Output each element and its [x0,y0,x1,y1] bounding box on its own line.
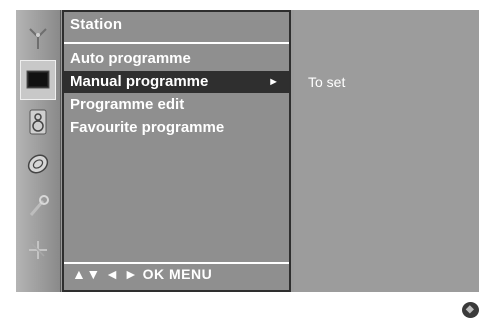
tv-screen-icon [26,70,50,89]
corner-glyph-icon: ◆ [466,304,474,315]
input-connector-icon [29,241,47,259]
menu-item-label: Programme edit [70,96,185,113]
menu-title: Station [70,16,123,33]
station-menu-panel: Station Auto programme Manual programme … [62,10,291,292]
submenu-preview-panel: To set [294,10,479,292]
speaker-icon [29,109,47,135]
page-corner-mark: ◆ [462,302,479,318]
clock-icon [27,154,49,174]
navigation-hint: ▲▼ ◄ ► OK MENU [72,266,213,282]
category-special[interactable] [20,186,56,226]
category-picture[interactable] [20,60,56,100]
category-station[interactable] [20,18,56,58]
category-sound[interactable] [20,102,56,142]
menu-category-column [16,10,61,292]
wrench-icon [29,195,49,216]
menu-item-programme-edit[interactable]: Programme edit [70,94,287,116]
title-divider [64,42,289,44]
category-time[interactable] [20,144,56,184]
to-set-label: To set [308,74,346,90]
footer-divider [64,262,289,264]
menu-item-label: Favourite programme [70,119,225,136]
tv-osd-screen: Station Auto programme Manual programme … [16,10,479,292]
submenu-arrow-icon: ► [268,76,279,88]
menu-item-favourite-programme[interactable]: Favourite programme [70,117,287,139]
menu-item-label: Auto programme [70,50,191,67]
antenna-icon [29,28,47,49]
menu-item-auto-programme[interactable]: Auto programme [70,48,287,70]
category-screen[interactable] [20,230,56,270]
menu-item-label: Manual programme [70,73,209,90]
menu-item-manual-programme[interactable]: Manual programme ► [64,71,289,93]
